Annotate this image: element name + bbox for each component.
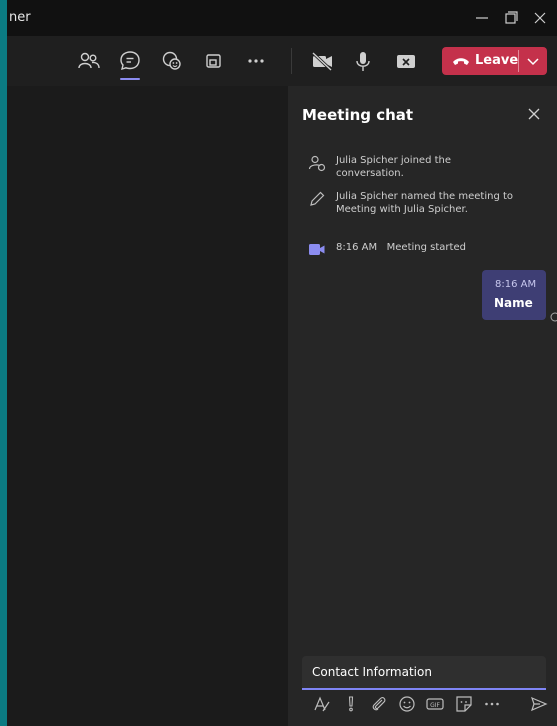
attach-icon[interactable]: [369, 694, 389, 714]
share-screen-icon[interactable]: [201, 48, 227, 74]
window-title: ner: [9, 10, 31, 25]
svg-text:GIF: GIF: [430, 702, 440, 709]
person-joined-icon: [308, 154, 326, 172]
restore-icon[interactable]: [499, 6, 523, 30]
close-window-icon[interactable]: [528, 6, 552, 30]
pencil-icon: [308, 190, 326, 208]
leave-button[interactable]: Leave: [442, 47, 518, 75]
chat-panel-title: Meeting chat: [302, 106, 414, 124]
message-bubble[interactable]: 8:16 AM Name: [482, 270, 546, 320]
message-status-icon: [550, 307, 557, 322]
meeting-chat-panel: Meeting chat Julia Spicher joined the co…: [288, 86, 557, 726]
event-label: Meeting started: [386, 242, 466, 253]
emoji-icon[interactable]: [397, 694, 417, 714]
more-options-icon[interactable]: [482, 694, 502, 714]
leave-button-group: Leave: [442, 47, 547, 75]
people-icon[interactable]: [76, 48, 102, 74]
minimize-icon[interactable]: [470, 6, 494, 30]
close-icon[interactable]: [524, 104, 544, 124]
camera-off-icon[interactable]: [309, 48, 335, 74]
compose-box: [302, 656, 546, 690]
send-icon[interactable]: [529, 694, 549, 714]
message-time: 8:16 AM: [495, 279, 537, 290]
share-tray-icon[interactable]: [393, 48, 419, 74]
meeting-toolbar: Leave: [7, 36, 557, 86]
phone-hangup-icon: [453, 58, 469, 65]
chevron-down-icon[interactable]: [519, 47, 547, 75]
chat-active-indicator: [120, 78, 140, 80]
leave-label: Leave: [475, 53, 519, 68]
title-bar: ner: [7, 0, 557, 36]
reactions-icon[interactable]: [159, 48, 185, 74]
compose-focus-underline: [302, 688, 546, 690]
toolbar-divider: [291, 48, 292, 74]
chat-icon[interactable]: [117, 48, 143, 80]
event-time: 8:16 AM: [336, 242, 378, 253]
compose-input[interactable]: [302, 656, 546, 688]
gif-icon[interactable]: GIF: [425, 694, 445, 714]
more-icon[interactable]: [243, 48, 269, 74]
video-icon: [308, 241, 326, 259]
teams-window: ner Leave Meeting chat Julia Spicher joi…: [7, 0, 557, 726]
chat-event-text: 8:16 AM Meeting started: [336, 241, 516, 254]
meeting-stage: [7, 86, 288, 726]
important-icon[interactable]: [341, 694, 361, 714]
chat-event-text: Julia Spicher joined the conversation.: [336, 155, 452, 179]
format-icon[interactable]: [312, 694, 332, 714]
chat-event-text: Julia Spicher named the meeting to Meeti…: [336, 191, 514, 215]
message-text: Name: [494, 296, 533, 310]
sticker-icon[interactable]: [454, 694, 474, 714]
mic-icon[interactable]: [350, 48, 376, 74]
